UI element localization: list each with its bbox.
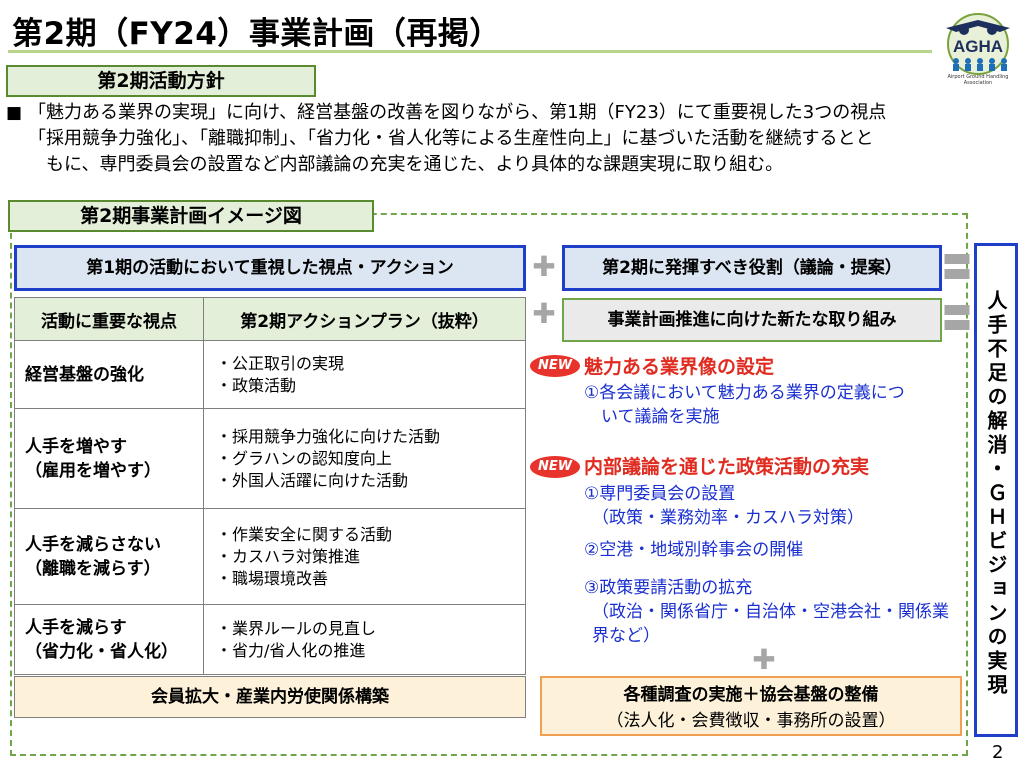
plus-icon: ✚ (532, 297, 556, 330)
plan-tag: 第2期事業計画イメージ図 (8, 200, 374, 232)
action-item: ・公正取引の実現 (216, 353, 345, 373)
initiative2-item: ②空港・地域別幹事会の開催 (584, 540, 804, 560)
initiative2-item: ①専門委員会の設置 (584, 484, 736, 504)
table-row: 人手を減らす （省力化・省人化） ・業界ルールの見直し ・省力/省人化の推進 (14, 604, 526, 675)
policy-line-2: 「採用競争力強化」、「離職抑制」、「省力化・省人化等による生産性向上」に基づいた… (28, 128, 874, 149)
policy-line-3: もに、専門委員会の設置など内部議論の充実を通じた、より具体的な課題実現に取り組む… (46, 154, 784, 175)
foundation-box: 各種調査の実施＋協会基盤の整備 （法人化・会費徴収・事務所の設置） (540, 676, 962, 736)
initiative-attractive-industry: 魅力ある業界像の設定 (584, 356, 775, 378)
new-badge: NEW (530, 456, 580, 478)
action-item: ・省力/省人化の推進 (216, 640, 366, 660)
initiative1-line: ①各会議において魅力ある業界の定義につ (584, 383, 905, 403)
row-head: 経営基盤の強化 (25, 364, 144, 385)
table-row: 経営基盤の強化 ・公正取引の実現 ・政策活動 (14, 340, 526, 409)
first-period-header: 第1期の活動において重視した視点・アクション (14, 245, 526, 291)
new-initiatives-box: 事業計画推進に向けた新たな取り組み (562, 298, 942, 342)
row-subhead: （雇用を増やす） (25, 460, 161, 481)
table-row: 人手を減らさない （離職を減らす） ・作業安全に関する活動 ・カスハラ対策推進 … (14, 508, 526, 605)
row-subhead: （離職を減らす） (25, 558, 161, 579)
action-item: ・カスハラ対策推進 (216, 546, 361, 566)
equals-icon: 〓 (942, 302, 972, 337)
plus-icon: ✚ (752, 643, 776, 676)
page-number: 2 (992, 742, 1004, 763)
plus-icon: ✚ (532, 250, 556, 283)
action-item: ・業界ルールの見直し (216, 618, 377, 638)
row-head: 人手を減らさない (25, 534, 161, 555)
initiative-policy-activities: 内部議論を通じた政策活動の充実 (584, 456, 870, 478)
action-item: ・グラハンの認知度向上 (216, 448, 392, 468)
equals-icon: 〓 (942, 251, 972, 286)
new-badge: NEW (530, 355, 580, 377)
logo-caption: Airport Ground Handling Association (947, 74, 1009, 86)
policy-tag: 第2期活動方針 (6, 65, 316, 97)
goal-vertical-box: 人手不足の解消・ＧＨビジョンの実現 (974, 243, 1018, 737)
membership-box: 会員拡大・産業内労使関係構築 (14, 676, 526, 718)
title-underline (8, 50, 932, 53)
foundation-detail: （法人化・会費徴収・事務所の設置） (606, 711, 896, 731)
foundation-title: 各種調査の実施＋協会基盤の整備 (623, 685, 879, 705)
table-row: 人手を増やす （雇用を増やす） ・採用競争力強化に向けた活動 ・グラハンの認知度… (14, 408, 526, 509)
initiative2-subitem: 界など） (592, 626, 660, 646)
policy-bullet: ■ (6, 103, 23, 123)
role-box: 第2期に発揮すべき役割（議論・提案） (562, 245, 942, 291)
agha-logo: AGHA (938, 6, 1018, 82)
row-subhead: （省力化・省人化） (25, 641, 178, 662)
initiative1-line: いて議論を実施 (584, 407, 720, 427)
row-head: 人手を増やす (25, 436, 127, 457)
policy-line-1: 「魅力ある業界の実現」に向け、経営基盤の改善を図りながら、第1期（FY23）にて… (28, 102, 887, 123)
action-item: ・作業安全に関する活動 (216, 524, 393, 544)
row-head: 人手を減らす (25, 617, 127, 638)
initiative2-subitem: （政治・関係省庁・自治体・空港会社・関係業 (592, 602, 949, 622)
table-header-viewpoint: 活動に重要な視点 (14, 297, 204, 341)
logo-wordmark: AGHA (953, 37, 1003, 56)
action-item: ・外国人活躍に向けた活動 (216, 470, 409, 490)
action-item: ・政策活動 (216, 375, 297, 395)
page-title: 第2期（FY24）事業計画（再掲） (12, 16, 501, 52)
initiative2-subitem: （政策・業務効率・カスハラ対策） (592, 508, 864, 528)
action-item: ・採用競争力強化に向けた活動 (216, 426, 441, 446)
initiative2-item: ③政策要請活動の拡充 (584, 578, 753, 598)
action-table: 活動に重要な視点 第2期アクションプラン（抜粋） 経営基盤の強化 ・公正取引の実… (14, 297, 526, 675)
table-header-actions: 第2期アクションプラン（抜粋） (203, 297, 526, 341)
action-item: ・職場環境改善 (216, 568, 329, 588)
